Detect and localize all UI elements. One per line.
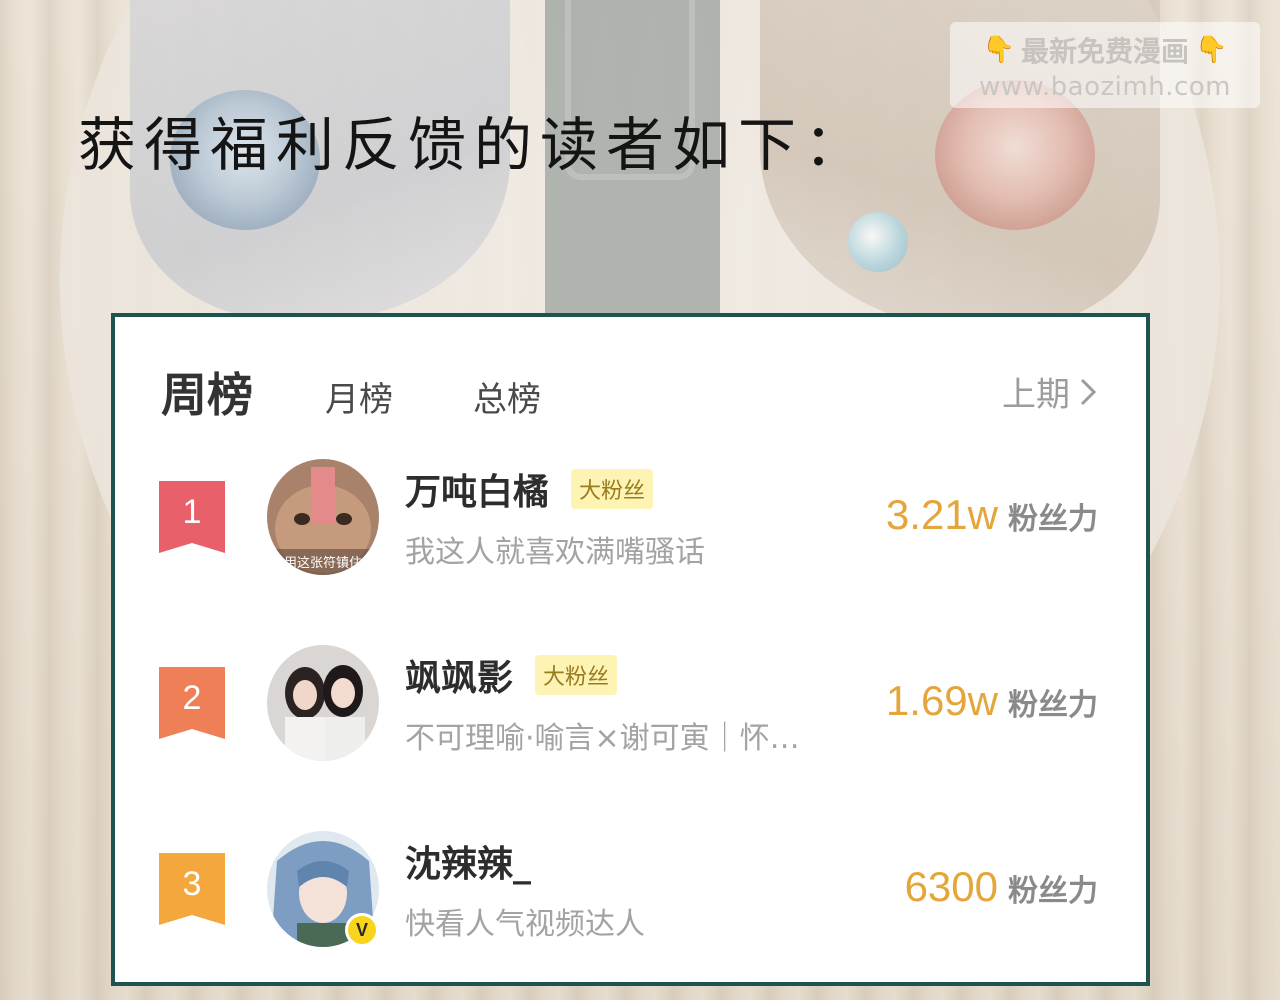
rank-number: 1	[182, 493, 202, 531]
headline-text: 获得福利反馈的读者如下：	[78, 111, 871, 179]
user-signature: 不可理喻·喻言×谢可寅｜怀…	[405, 721, 800, 756]
rank-number: 2	[182, 679, 202, 717]
leaderboard-row[interactable]: 1 用这张符镇住 万吨白橘 大粉丝 我这人就喜欢满嘴骚话 3.21w 粉丝力	[115, 459, 1146, 589]
name-line: 沈辣辣_	[405, 835, 531, 887]
avatar[interactable]	[267, 645, 379, 761]
pointing-down-icon: 👇	[1195, 35, 1228, 65]
user-name[interactable]: 万吨白橘	[405, 463, 549, 515]
tab-weekly[interactable]: 周榜	[161, 359, 253, 425]
fan-level-badge: 大粉丝	[571, 469, 654, 509]
leaderboard-row[interactable]: 3 V 沈辣辣_ 快看人气视频达人 6300 粉丝力	[115, 831, 1146, 961]
pointing-down-icon: 👇	[982, 35, 1015, 65]
fan-power-value: 1.69w	[885, 677, 998, 724]
fan-level-badge: 大粉丝	[535, 655, 618, 695]
leaderboard-tabs: 周榜 月榜 总榜	[161, 359, 541, 425]
previous-period-label: 上期	[1002, 375, 1070, 415]
previous-period-link[interactable]: 上期	[1002, 367, 1098, 416]
user-name[interactable]: 飒飒影	[405, 649, 513, 701]
fan-power-unit: 粉丝力	[1008, 688, 1098, 723]
verified-v-badge: V	[345, 913, 379, 947]
fan-power-value: 6300	[904, 863, 998, 910]
avatar[interactable]: 用这张符镇住	[267, 459, 379, 575]
name-line: 万吨白橘 大粉丝	[405, 463, 654, 515]
rank-number: 3	[182, 865, 202, 903]
user-name[interactable]: 沈辣辣_	[405, 835, 531, 887]
user-signature: 我这人就喜欢满嘴骚话	[405, 535, 705, 570]
fan-power: 6300 粉丝力	[905, 863, 1098, 911]
fan-power-unit: 粉丝力	[1008, 502, 1098, 537]
fan-power: 3.21w 粉丝力	[886, 491, 1098, 539]
tab-monthly[interactable]: 月榜	[325, 372, 393, 425]
watermark-title: 最新免费漫画	[1020, 35, 1189, 68]
fan-power-value: 3.21w	[885, 491, 998, 538]
leaderboard-row[interactable]: 2 飒飒影 大粉丝 不可理喻·喻言×谢可寅｜怀… 1.69w 粉丝力	[115, 645, 1146, 775]
fan-power: 1.69w 粉丝力	[886, 677, 1098, 725]
watermark-url: www.baozimh.com	[979, 72, 1231, 102]
chevron-right-icon	[1080, 378, 1097, 405]
background-earring	[848, 212, 908, 272]
site-watermark: 👇 最新免费漫画 👇 www.baozimh.com	[950, 22, 1260, 108]
avatar-caption: 用这张符镇住	[284, 555, 362, 571]
fan-power-unit: 粉丝力	[1008, 874, 1098, 909]
name-line: 飒飒影 大粉丝	[405, 649, 618, 701]
tab-overall[interactable]: 总榜	[473, 372, 541, 425]
fan-leaderboard-card: 周榜 月榜 总榜 上期 1 用这张符镇住 万吨白橘 大粉丝 我这人就喜欢满嘴骚话…	[111, 313, 1150, 986]
user-signature: 快看人气视频达人	[405, 907, 645, 942]
